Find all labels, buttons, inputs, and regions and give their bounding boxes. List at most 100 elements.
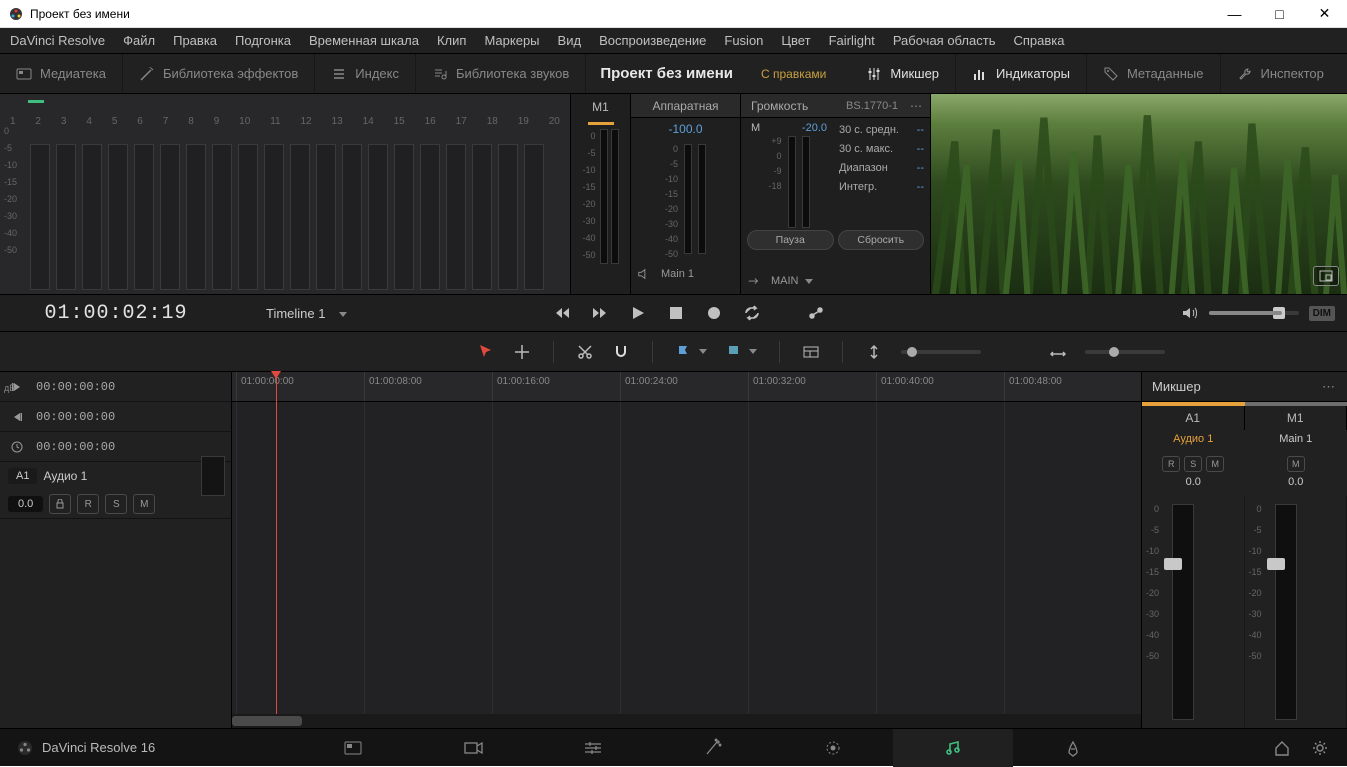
record-button[interactable] xyxy=(705,304,723,322)
mixer-fader-m1[interactable]: 0-5-10-15-20-30-40-50 xyxy=(1245,496,1347,728)
track-solo-button[interactable]: S xyxy=(105,494,127,514)
speaker-icon[interactable] xyxy=(1181,304,1199,322)
media-pool-button[interactable]: Медиатека xyxy=(0,54,123,93)
track-gain-value[interactable]: 0.0 xyxy=(8,496,43,512)
range-tool[interactable] xyxy=(513,343,531,361)
timeline-ruler[interactable]: 01:00:00:0001:00:08:0001:00:16:0001:00:2… xyxy=(232,372,1141,402)
menu-markers[interactable]: Маркеры xyxy=(484,33,539,48)
timeline-selector[interactable]: Timeline 1 xyxy=(232,306,373,321)
loudness-spec[interactable]: BS.1770-1 xyxy=(840,100,904,112)
menu-color[interactable]: Цвет xyxy=(781,33,810,48)
menu-help[interactable]: Справка xyxy=(1013,33,1064,48)
mixer-toggle-button[interactable]: Микшер xyxy=(850,54,956,93)
timecode-display[interactable]: 01:00:02:19 xyxy=(0,302,232,325)
page-cut[interactable] xyxy=(413,729,533,767)
page-fairlight[interactable] xyxy=(893,729,1013,767)
edit-tools-bar xyxy=(0,332,1347,372)
tc-row-2[interactable]: 00:00:00:00 xyxy=(0,402,231,432)
menu-edit[interactable]: Правка xyxy=(173,33,217,48)
tc-row-1[interactable]: 00:00:00:00 xyxy=(0,372,231,402)
menu-file[interactable]: Файл xyxy=(123,33,155,48)
tc-row-3[interactable]: 00:00:00:00 xyxy=(0,432,231,462)
mixer-m1-m[interactable]: M xyxy=(1287,456,1305,472)
menu-view[interactable]: Вид xyxy=(558,33,582,48)
window-minimize-button[interactable]: — xyxy=(1212,0,1257,28)
menu-fairlight[interactable]: Fairlight xyxy=(829,33,875,48)
mixer-fader-a1[interactable]: 0-5-10-15-20-30-40-50 xyxy=(1142,496,1245,728)
app-logo-icon xyxy=(16,739,34,757)
sound-library-button[interactable]: Библиотека звуков xyxy=(416,54,586,93)
menu-fusion[interactable]: Fusion xyxy=(724,33,763,48)
loudness-m-label: M xyxy=(751,122,760,134)
page-deliver[interactable] xyxy=(1013,729,1133,767)
automation-button[interactable] xyxy=(807,304,825,322)
menu-timeline[interactable]: Временная шкала xyxy=(309,33,419,48)
mixer-bus-a1[interactable]: A1 xyxy=(1142,406,1245,430)
page-media[interactable] xyxy=(293,729,413,767)
volume-slider[interactable] xyxy=(1209,311,1299,315)
list-icon xyxy=(331,66,347,82)
dim-button[interactable]: DIM xyxy=(1309,306,1335,321)
track-mute-button[interactable]: M xyxy=(133,494,155,514)
play-button[interactable] xyxy=(629,304,647,322)
loop-button[interactable] xyxy=(743,304,761,322)
page-edit[interactable] xyxy=(533,729,653,767)
stop-button[interactable] xyxy=(667,304,685,322)
track-height-slider[interactable] xyxy=(901,350,981,354)
loudness-panel: Громкость BS.1770-1 ⋯ M-20.0 +90-9-18 30… xyxy=(740,94,930,294)
track-a1[interactable]: A1 Аудио 1 0.0 R S M xyxy=(0,462,231,519)
loudness-reset-button[interactable]: Сбросить xyxy=(838,230,925,250)
menu-playback[interactable]: Воспроизведение xyxy=(599,33,706,48)
menu-workspace[interactable]: Рабочая область xyxy=(893,33,996,48)
loudness-pause-button[interactable]: Пауза xyxy=(747,230,834,250)
zoom-button[interactable] xyxy=(1049,343,1067,361)
zoom-slider[interactable] xyxy=(1085,350,1165,354)
video-preview[interactable] xyxy=(930,94,1347,294)
page-fusion[interactable] xyxy=(653,729,773,767)
timeline-scrollbar[interactable] xyxy=(232,714,1141,728)
home-button[interactable] xyxy=(1273,739,1291,757)
loudness-route-row[interactable]: MAIN xyxy=(741,268,930,294)
pointer-tool[interactable] xyxy=(477,343,495,361)
track-mini-fader[interactable] xyxy=(201,456,225,496)
menu-bar: DaVinci Resolve Файл Правка Подгонка Вре… xyxy=(0,28,1347,54)
sliders-icon xyxy=(866,66,882,82)
index-button[interactable]: Индекс xyxy=(315,54,416,93)
timeline-area[interactable]: 01:00:00:0001:00:08:0001:00:16:0001:00:2… xyxy=(232,372,1142,728)
meters-toggle-button[interactable]: Индикаторы xyxy=(956,54,1087,93)
snap-toggle[interactable] xyxy=(612,343,630,361)
mixer-bus-m1[interactable]: M1 xyxy=(1245,406,1347,430)
timeline-body[interactable] xyxy=(232,402,1141,714)
fx-library-button[interactable]: Библиотека эффектов xyxy=(123,54,315,93)
mixer-a1-r[interactable]: R xyxy=(1162,456,1180,472)
rewind-button[interactable] xyxy=(553,304,571,322)
clock-icon xyxy=(10,440,24,454)
menu-trim[interactable]: Подгонка xyxy=(235,33,291,48)
page-color[interactable] xyxy=(773,729,893,767)
mixer-menu-icon[interactable]: ⋯ xyxy=(1322,379,1337,395)
window-maximize-button[interactable]: □ xyxy=(1257,0,1302,28)
mixer-m1-value[interactable]: 0.0 xyxy=(1245,476,1347,496)
fastforward-button[interactable] xyxy=(591,304,609,322)
flag-cyan-dropdown[interactable] xyxy=(725,343,757,361)
menu-clip[interactable]: Клип xyxy=(437,33,466,48)
m1-meter: M1 0-5-10-15-20-30-40-50 xyxy=(570,94,630,294)
mixer-a1-s[interactable]: S xyxy=(1184,456,1202,472)
window-close-button[interactable]: ✕ xyxy=(1302,0,1347,28)
inspector-button[interactable]: Инспектор xyxy=(1221,54,1340,93)
height-button[interactable] xyxy=(865,343,883,361)
track-lock-button[interactable] xyxy=(49,494,71,514)
loudness-menu-icon[interactable]: ⋯ xyxy=(904,99,930,113)
menu-resolve[interactable]: DaVinci Resolve xyxy=(10,33,105,48)
playhead[interactable] xyxy=(276,372,277,728)
metadata-button[interactable]: Метаданные xyxy=(1087,54,1221,93)
settings-button[interactable] xyxy=(1311,739,1329,757)
hardware-route-row[interactable]: Main 1 xyxy=(631,261,740,287)
mixer-a1-value[interactable]: 0.0 xyxy=(1142,476,1245,496)
flag-blue-dropdown[interactable] xyxy=(675,343,707,361)
expand-preview-button[interactable] xyxy=(1313,266,1339,286)
layout-button[interactable] xyxy=(802,343,820,361)
mixer-a1-m[interactable]: M xyxy=(1206,456,1224,472)
track-record-button[interactable]: R xyxy=(77,494,99,514)
cut-tool[interactable] xyxy=(576,343,594,361)
